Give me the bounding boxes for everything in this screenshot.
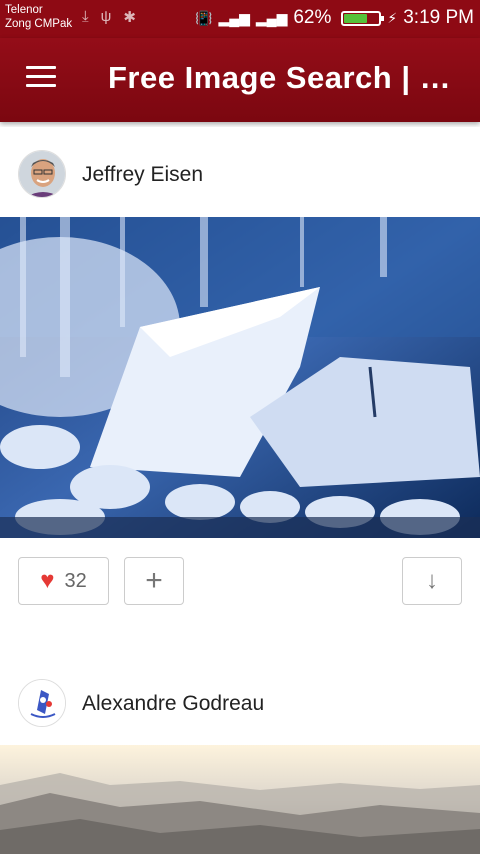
heart-icon: ♥ <box>40 567 55 594</box>
notification-icons: ⤓ ψ ✱ <box>82 8 136 26</box>
clock: 3:19 PM <box>403 7 474 28</box>
carrier-name-1: Telenor <box>5 4 43 16</box>
avatar[interactable] <box>18 150 66 198</box>
add-to-collection-button[interactable]: + <box>124 557 184 605</box>
like-count: 32 <box>64 569 87 592</box>
battery-percent: 62% <box>293 7 332 28</box>
menu-icon[interactable] <box>26 66 56 90</box>
carrier-name-2: Zong CMPak <box>5 18 73 30</box>
usb-icon: ψ <box>100 8 112 25</box>
download-button[interactable]: ↓ <box>402 557 462 605</box>
app-title: Free Image Search | U... <box>108 60 468 95</box>
android-debug-icon: ✱ <box>123 9 136 26</box>
post-photo[interactable] <box>0 745 480 854</box>
like-button[interactable]: ♥ 32 <box>18 557 109 605</box>
vibrate-icon: 📳 <box>195 9 213 26</box>
battery-icon <box>341 10 385 26</box>
carrier-info: Telenor Zong CMPak <box>5 3 72 31</box>
avatar[interactable] <box>18 679 66 727</box>
app-bar: Free Image Search | U... <box>0 38 480 122</box>
author-name[interactable]: Alexandre Godreau <box>82 692 264 716</box>
post-actions: ♥ 32 + ↓ <box>0 538 480 628</box>
status-bar: Telenor Zong CMPak ⤓ ψ ✱ 📳 ▂▄▆ ▂▄▆ 62% ⚡… <box>0 0 480 38</box>
post-author-header[interactable]: Jeffrey Eisen <box>0 127 480 221</box>
charging-icon: ⚡ <box>387 9 398 26</box>
plus-icon: + <box>145 564 163 597</box>
signal-2g-icon: ▂▄▆ <box>255 9 288 26</box>
author-name[interactable]: Jeffrey Eisen <box>82 163 203 187</box>
system-status: 📳 ▂▄▆ ▂▄▆ 62% ⚡ 3:19 PM <box>195 7 474 29</box>
arrow-down-icon: ↓ <box>426 567 438 594</box>
signal-icon: ▂▄▆ <box>218 9 250 26</box>
post-photo[interactable] <box>0 217 480 538</box>
download-icon: ⤓ <box>82 8 89 25</box>
post-author-header[interactable]: Alexandre Godreau <box>0 655 480 749</box>
